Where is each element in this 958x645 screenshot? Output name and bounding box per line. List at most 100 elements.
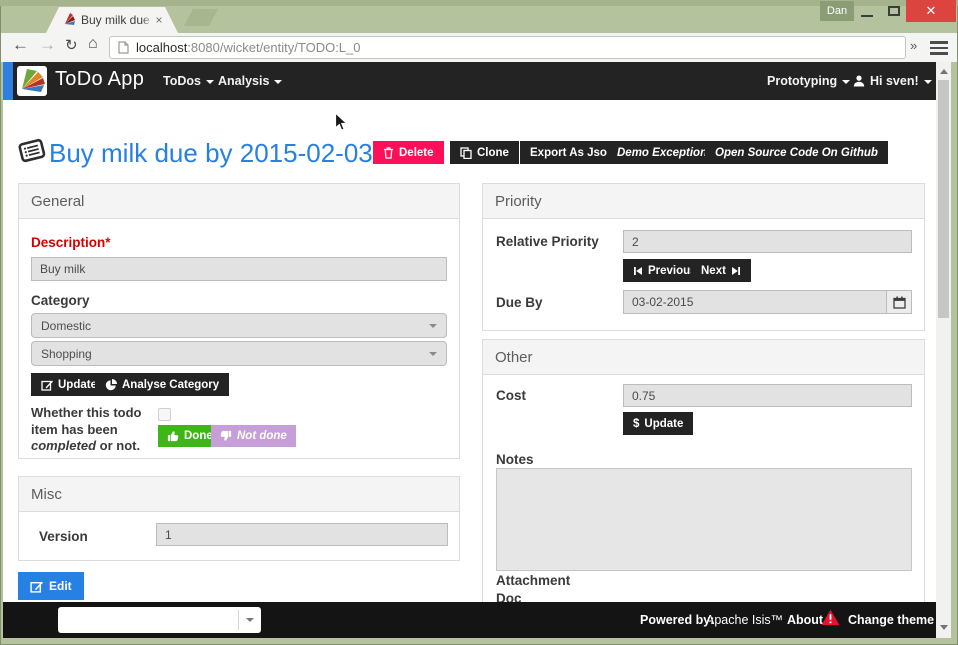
new-tab-button[interactable] [184, 9, 218, 26]
thumbs-up-icon [167, 430, 179, 442]
subcategory-select[interactable]: Shopping [31, 341, 447, 366]
window-maximize-button[interactable] [882, 0, 906, 22]
completed-label: Whether this todo item has been complete… [31, 405, 163, 455]
cost-label: Cost [496, 388, 526, 403]
window-close-button[interactable]: ✕ [906, 0, 956, 22]
home-icon[interactable]: ⌂ [88, 35, 98, 53]
app-brand[interactable]: ToDo App [55, 68, 144, 91]
scroll-down-icon[interactable] [940, 625, 948, 630]
description-label: Description* [31, 235, 111, 250]
delete-button[interactable]: Delete [373, 141, 444, 164]
browser-tab[interactable]: Buy milk due by 201 × [46, 7, 178, 33]
misc-panel-title: Misc [19, 477, 459, 512]
next-button[interactable]: Next [691, 259, 751, 282]
powered-by-label: Powered by: [640, 613, 714, 627]
warning-icon[interactable] [821, 609, 840, 626]
notes-label: Notes [496, 452, 534, 467]
caret-down-icon [842, 80, 850, 84]
change-theme-link[interactable]: Change theme [848, 613, 936, 627]
maximize-icon [888, 6, 900, 16]
relative-priority-input[interactable] [623, 230, 912, 253]
pencil-square-icon [30, 580, 43, 593]
forward-icon[interactable]: → [39, 35, 56, 55]
reload-icon[interactable]: ↻ [65, 36, 78, 54]
about-link[interactable]: About [787, 613, 823, 627]
menu-user[interactable]: Hi sven! [853, 74, 932, 88]
pencil-square-icon [41, 379, 53, 391]
thumbs-down-icon [220, 430, 232, 442]
cost-input[interactable] [623, 384, 912, 407]
menu-prototyping[interactable]: Prototyping [767, 74, 850, 88]
window-minimize-button[interactable] [854, 0, 880, 22]
pie-chart-icon [105, 379, 117, 391]
menu-todos[interactable]: ToDos [163, 74, 214, 88]
tab-favicon-icon [63, 12, 78, 27]
browser-menu-icon[interactable] [930, 41, 948, 55]
caret-down-icon [924, 80, 932, 84]
browser-window: Buy milk due by 201 × Dan ✕ ← → ↻ ⌂ loca… [0, 0, 958, 645]
cost-update-button[interactable]: $Update [623, 412, 693, 435]
url-path: :8080/wicket/entity/TODO:L_0 [187, 40, 360, 55]
notes-textarea[interactable] [496, 468, 912, 571]
demo-exception-button[interactable]: Demo Exception [607, 141, 717, 164]
user-icon [853, 75, 865, 87]
attachment-label: Attachment [496, 573, 570, 588]
select-caret-icon [429, 324, 437, 328]
page-icon [118, 41, 129, 54]
app-navbar: ToDo App ToDos Analysis Prototyping Hi s… [3, 62, 936, 100]
caret-down-icon [274, 80, 282, 84]
browser-toolbar: ← → ↻ ⌂ localhost:8080/wicket/entity/TOD… [1, 33, 957, 62]
other-panel: Other Cost $Update Notes Attachment Doc [482, 339, 925, 607]
tab-close-icon[interactable]: × [152, 13, 166, 27]
other-panel-title: Other [483, 340, 924, 375]
scroll-up-icon[interactable] [940, 69, 948, 74]
select-caret-icon [246, 618, 254, 622]
page-viewport: ToDo App ToDos Analysis Prototyping Hi s… [3, 62, 936, 638]
general-panel: General Description* Category Domestic S… [18, 183, 460, 459]
step-backward-icon [633, 266, 643, 276]
copy-icon [460, 147, 472, 159]
description-input[interactable] [31, 257, 447, 281]
calendar-icon [893, 296, 906, 309]
priority-panel: Priority Relative Priority Previous Next… [482, 183, 925, 331]
misc-panel: Misc Version [18, 476, 460, 561]
dollar-icon: $ [633, 418, 639, 430]
app-logo[interactable] [17, 66, 47, 96]
left-accent-strip [3, 62, 13, 100]
clone-button[interactable]: Clone [450, 141, 519, 164]
version-label: Version [39, 529, 88, 544]
trash-icon [383, 147, 394, 159]
category-label: Category [31, 293, 90, 308]
browser-profile-badge[interactable]: Dan [820, 1, 854, 21]
edit-button[interactable]: Edit [18, 572, 84, 600]
footer-select[interactable] [58, 607, 261, 633]
address-bar[interactable]: localhost:8080/wicket/entity/TODO:L_0 [109, 36, 906, 59]
due-by-input[interactable] [623, 290, 887, 314]
step-forward-icon [731, 266, 741, 276]
scrollbar-thumb[interactable] [938, 80, 949, 318]
general-panel-title: General [19, 184, 459, 219]
url-text: localhost:8080/wicket/entity/TODO:L_0 [136, 40, 361, 55]
todo-list-icon [17, 136, 47, 166]
overflow-chevrons-icon[interactable]: » [910, 38, 917, 53]
caret-down-icon [206, 80, 214, 84]
mouse-cursor [334, 112, 349, 132]
url-host: localhost [136, 40, 187, 55]
github-source-button[interactable]: Open Source Code On Github [705, 141, 888, 164]
not-done-button[interactable]: Not done [211, 425, 296, 447]
calendar-addon-button[interactable] [886, 290, 912, 314]
analyse-category-button[interactable]: Analyse Category [95, 373, 229, 396]
isis-fan-icon [17, 66, 47, 96]
page-scrollbar[interactable] [936, 62, 951, 638]
priority-panel-title: Priority [483, 184, 924, 219]
product-link[interactable]: Apache Isis™ [706, 613, 783, 627]
category-select[interactable]: Domestic [31, 313, 447, 338]
version-input[interactable] [156, 523, 448, 546]
completed-checkbox[interactable] [158, 408, 171, 421]
back-icon[interactable]: ← [12, 35, 29, 55]
window-top-edge [0, 0, 958, 6]
select-caret-icon [429, 352, 437, 356]
page-title: Buy milk due by 2015-02-03 [49, 138, 373, 169]
minimize-icon [861, 15, 873, 17]
menu-analysis[interactable]: Analysis [218, 74, 282, 88]
